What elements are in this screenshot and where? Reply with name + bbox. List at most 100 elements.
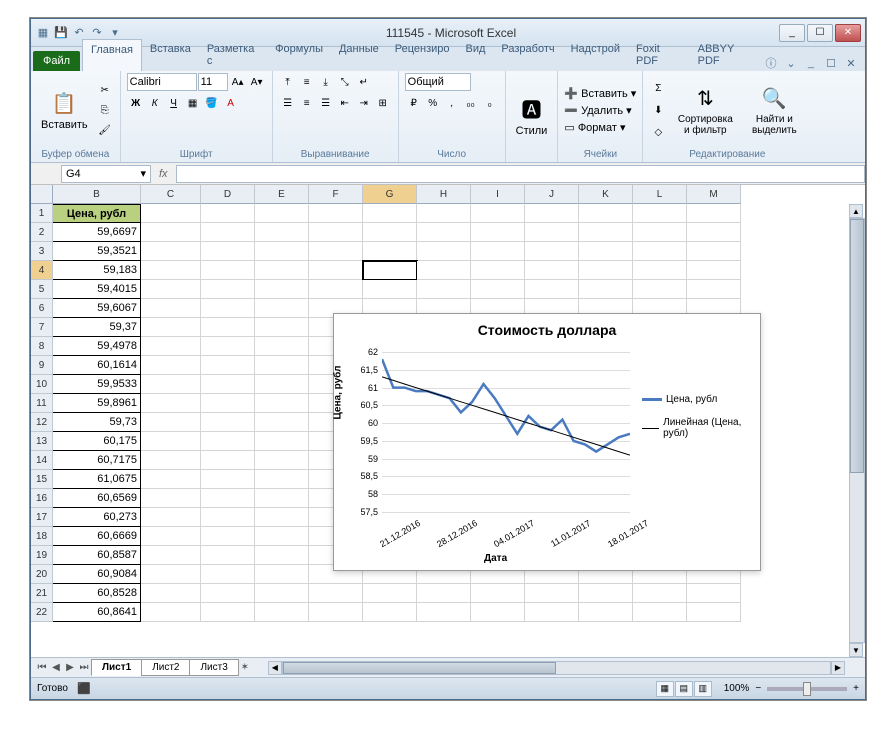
wb-max-icon[interactable]: ☐ [823,55,839,71]
cell-C6[interactable] [141,299,201,318]
wb-min-icon[interactable]: _ [803,55,819,71]
cell-D9[interactable] [201,356,255,375]
cell-B17[interactable]: 60,273 [53,508,141,527]
cell-E8[interactable] [255,337,309,356]
col-header-M[interactable]: M [687,185,741,204]
zoom-in-button[interactable]: + [853,683,859,694]
row-header-15[interactable]: 15 [31,470,52,489]
cell-E21[interactable] [255,584,309,603]
sheet-nav-next[interactable]: ▶ [63,662,77,673]
cell-E11[interactable] [255,394,309,413]
dec-decimal-button[interactable]: ₀ [481,94,499,112]
row-header-9[interactable]: 9 [31,356,52,375]
minimize-button[interactable]: _ [779,24,805,42]
cell-G4[interactable] [363,261,417,280]
cell-D16[interactable] [201,489,255,508]
normal-view-button[interactable]: ▦ [656,681,674,697]
cell-C7[interactable] [141,318,201,337]
cell-D1[interactable] [201,204,255,223]
cell-D22[interactable] [201,603,255,622]
cell-B16[interactable]: 60,6569 [53,489,141,508]
cell-D14[interactable] [201,451,255,470]
cell-D7[interactable] [201,318,255,337]
row-header-7[interactable]: 7 [31,318,52,337]
row-header-2[interactable]: 2 [31,223,52,242]
cell-D2[interactable] [201,223,255,242]
formula-input[interactable] [176,165,865,183]
merge-button[interactable]: ⊞ [374,94,392,112]
page-layout-button[interactable]: ▤ [675,681,693,697]
styles-button[interactable]: 🅰 Стили [512,93,552,139]
cell-J3[interactable] [525,242,579,261]
page-break-button[interactable]: ▥ [694,681,712,697]
cell-K3[interactable] [579,242,633,261]
cell-I2[interactable] [471,223,525,242]
cell-C16[interactable] [141,489,201,508]
cell-E7[interactable] [255,318,309,337]
cell-H5[interactable] [417,280,471,299]
clear-button[interactable]: ◇ [649,123,667,141]
cell-E13[interactable] [255,432,309,451]
find-select-button[interactable]: 🔍 Найти и выделить [743,82,805,138]
scroll-down-button[interactable]: ▼ [849,643,863,657]
cell-B2[interactable]: 59,6697 [53,223,141,242]
cell-D10[interactable] [201,375,255,394]
cell-I4[interactable] [471,261,525,280]
fill-button[interactable]: ⬇ [649,101,667,119]
tab-разработч[interactable]: Разработч [493,39,562,71]
col-header-B[interactable]: B [53,185,141,204]
tab-данные[interactable]: Данные [331,39,387,71]
cell-F4[interactable] [309,261,363,280]
tab-foxit pdf[interactable]: Foxit PDF [628,39,690,71]
embedded-chart[interactable]: Стоимость доллара Цена, рубл Дата 57,558… [333,313,761,571]
tab-abbyy pdf[interactable]: ABBYY PDF [690,39,763,71]
scroll-up-button[interactable]: ▲ [849,204,863,218]
cell-K5[interactable] [579,280,633,299]
sheet-nav-prev[interactable]: ◀ [49,662,63,673]
sort-filter-button[interactable]: ⇅ Сортировка и фильтр [671,82,739,138]
cell-M2[interactable] [687,223,741,242]
select-all-corner[interactable] [31,185,53,204]
cell-M4[interactable] [687,261,741,280]
cell-D5[interactable] [201,280,255,299]
cell-F1[interactable] [309,204,363,223]
cell-E10[interactable] [255,375,309,394]
cell-C19[interactable] [141,546,201,565]
cell-B6[interactable]: 59,6067 [53,299,141,318]
hscroll-thumb[interactable] [283,662,557,674]
cell-E1[interactable] [255,204,309,223]
cell-E3[interactable] [255,242,309,261]
col-header-E[interactable]: E [255,185,309,204]
cell-L4[interactable] [633,261,687,280]
cell-B4[interactable]: 59,183 [53,261,141,280]
wrap-text-button[interactable]: ↵ [355,73,373,91]
cell-M21[interactable] [687,584,741,603]
cell-J1[interactable] [525,204,579,223]
cell-E5[interactable] [255,280,309,299]
cell-I3[interactable] [471,242,525,261]
cell-C17[interactable] [141,508,201,527]
cell-G3[interactable] [363,242,417,261]
help-icon[interactable]: ⓘ [763,55,779,71]
cell-L3[interactable] [633,242,687,261]
cell-M3[interactable] [687,242,741,261]
cell-M5[interactable] [687,280,741,299]
cell-C21[interactable] [141,584,201,603]
cell-L21[interactable] [633,584,687,603]
zoom-slider[interactable] [767,687,847,691]
cell-C8[interactable] [141,337,201,356]
cell-B8[interactable]: 59,4978 [53,337,141,356]
cell-B15[interactable]: 61,0675 [53,470,141,489]
indent-inc-button[interactable]: ⇥ [355,94,373,112]
cell-E6[interactable] [255,299,309,318]
cell-E4[interactable] [255,261,309,280]
row-header-14[interactable]: 14 [31,451,52,470]
cell-H3[interactable] [417,242,471,261]
cell-H1[interactable] [417,204,471,223]
cell-M1[interactable] [687,204,741,223]
cell-C20[interactable] [141,565,201,584]
cell-C4[interactable] [141,261,201,280]
cell-H21[interactable] [417,584,471,603]
sheet-tab-Лист2[interactable]: Лист2 [141,659,190,676]
zoom-thumb[interactable] [803,682,811,696]
